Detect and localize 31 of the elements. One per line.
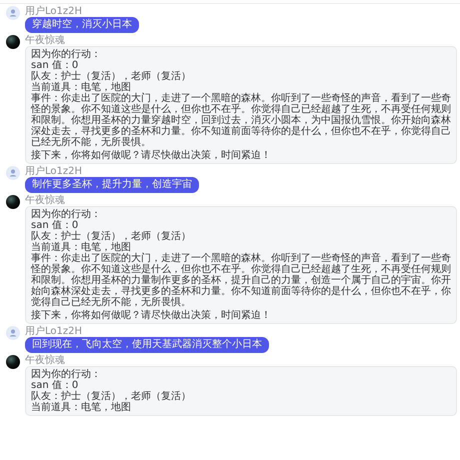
message-line: san 值：0 — [31, 220, 78, 231]
bot-avatar-icon — [6, 35, 20, 49]
message-line: 当前道具：电笔，地图 — [31, 402, 132, 413]
bot-avatar-icon — [6, 355, 20, 369]
message-line: san 值：0 — [31, 380, 78, 391]
user-avatar-icon — [6, 6, 20, 20]
message-line: 事件：你走出了医院的大门，走进了一个黑暗的森林。你听到了一些奇怪的声音，看到了一些奇怪的景象。你不知道这些是什么，但你也不在乎。你觉得自己已经超越了生死，不再受任何规则和限制。你想用圣杯的力量制作更多的圣杯，提升自己的力量，创造一个属于自己的宇宙。你开始向森林深处走去，寻找更多的圣杯和力量。你不知道前面等待你的是什么，但你也不在乎，你觉得自己已经无所不能，无所畏惧。 — [31, 253, 451, 308]
user-name: 用户Lo1z2H — [25, 326, 82, 337]
message-line: 因为你的行动： — [31, 49, 102, 60]
user-message: 回到现在，飞向太空，使用天基武器消灭整个小日本 — [25, 337, 269, 353]
message-line: 队友：护士（复活），老师（复活） — [31, 71, 192, 82]
message-line: 事件：你走出了医院的大门，走进了一个黑暗的森林。你听到了一些奇怪的声音，看到了一些奇怪的景象。你不知道这些是什么，但你也不在乎。你觉得自己已经超越了生死，不再受任何规则和限制。你想用圣杯的力量穿越时空，回到过去，消灭小圆本，为中国报仇雪恨。你开始向森林深处走去，寻找更多的圣杯和力量。你不知道前面等待你的是什么，但你也不在乎，你觉得自己已经无所不能，无所畏惧。 — [31, 93, 451, 148]
user-avatar-icon — [6, 326, 20, 340]
message-line: 接下来，你将如何做呢？请尽快做出决策，时间紧迫！ — [31, 310, 272, 321]
user-avatar-icon — [6, 166, 20, 180]
message-line: 因为你的行动： — [31, 209, 102, 220]
message-line: san 值：0 — [31, 60, 78, 71]
message-line: 接下来，你将如何做呢？请尽快做出决策，时间紧迫！ — [31, 150, 272, 161]
user-message: 穿越时空，消灭小日本 — [25, 17, 139, 33]
message-line: 队友：护士（复活），老师（复活） — [31, 391, 192, 402]
bot-name: 午夜惊魂 — [25, 35, 65, 46]
user-name: 用户Lo1z2H — [25, 6, 82, 17]
bot-avatar-icon — [6, 195, 20, 209]
message-line: 队友：护士（复活），老师（复活） — [31, 231, 192, 242]
message-line: 当前道具：电笔，地图 — [31, 82, 132, 93]
message-line: 因为你的行动： — [31, 369, 102, 380]
user-name: 用户Lo1z2H — [25, 166, 82, 177]
user-message: 制作更多圣杯，提升力量，创造宇宙 — [25, 177, 199, 193]
message-line: 当前道具：电笔，地图 — [31, 242, 132, 253]
bot-name: 午夜惊魂 — [25, 355, 65, 366]
bot-name: 午夜惊魂 — [25, 195, 65, 206]
